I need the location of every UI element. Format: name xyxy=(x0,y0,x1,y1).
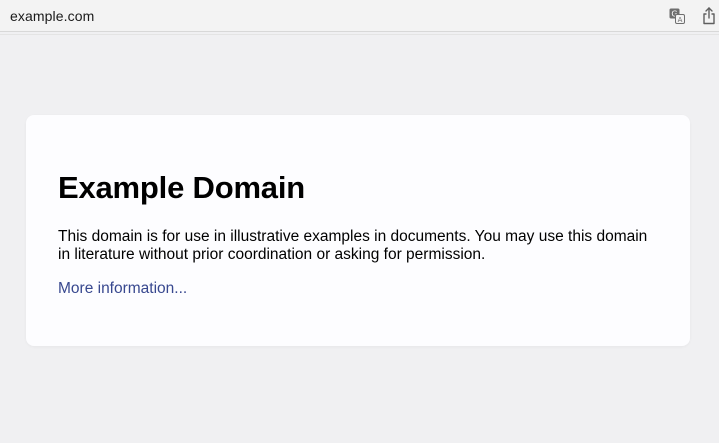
translate-icon[interactable]: G A xyxy=(669,8,685,24)
address-bar-url[interactable]: example.com xyxy=(10,8,94,24)
content-card: Example Domain This domain is for use in… xyxy=(26,115,690,346)
page-title: Example Domain xyxy=(58,170,306,205)
browser-toolbar: example.com G A xyxy=(0,0,719,32)
more-information-link[interactable]: More information... xyxy=(58,280,187,298)
page-description: This domain is for use in illustrative e… xyxy=(58,228,648,263)
svg-text:A: A xyxy=(678,16,683,24)
share-icon[interactable] xyxy=(702,7,716,25)
